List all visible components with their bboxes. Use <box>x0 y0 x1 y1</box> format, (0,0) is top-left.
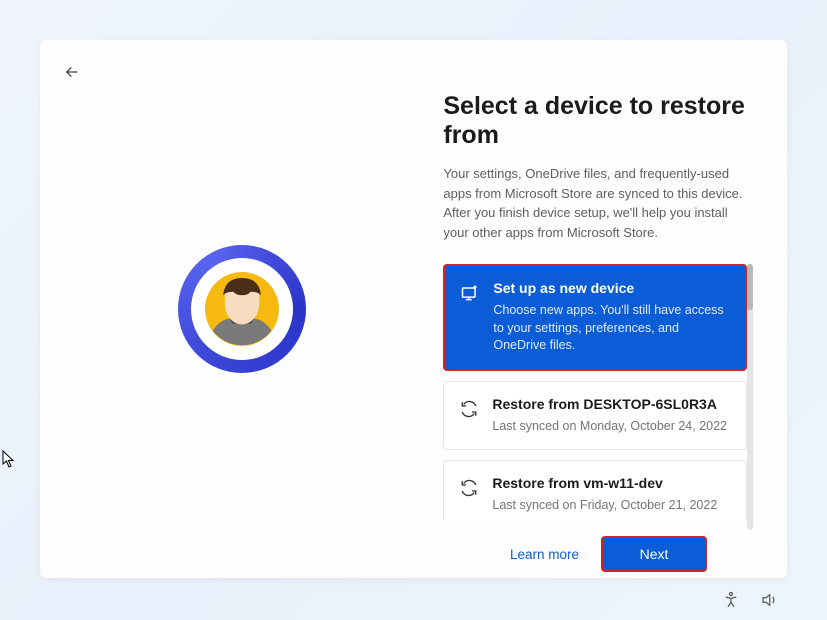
option-restore-desktop[interactable]: Restore from DESKTOP-6SL0R3A Last synced… <box>443 381 747 451</box>
avatar-icon <box>199 266 285 352</box>
mouse-cursor <box>2 450 16 468</box>
scrollbar-thumb[interactable] <box>747 264 753 310</box>
volume-icon[interactable] <box>759 590 779 610</box>
setup-panel: Select a device to restore from Your set… <box>40 40 787 578</box>
option-desc: Last synced on Friday, October 21, 2022 <box>492 497 730 515</box>
back-button[interactable] <box>58 58 86 86</box>
page-title: Select a device to restore from <box>443 92 747 150</box>
option-new-device[interactable]: Set up as new device Choose new apps. Yo… <box>443 264 747 371</box>
avatar-ring <box>178 245 306 373</box>
next-button[interactable]: Next <box>601 536 707 572</box>
learn-more-link[interactable]: Learn more <box>510 547 579 562</box>
option-desc: Choose new apps. You'll still have acces… <box>493 302 729 355</box>
option-title: Restore from DESKTOP-6SL0R3A <box>492 396 730 412</box>
taskbar-icons <box>721 590 779 610</box>
scrollbar[interactable] <box>747 264 753 530</box>
sync-icon <box>458 398 480 420</box>
sync-icon <box>458 477 480 499</box>
option-desc: Last synced on Monday, October 24, 2022 <box>492 418 730 436</box>
option-title: Set up as new device <box>493 280 729 296</box>
illustration-pane <box>40 40 443 578</box>
page-subtitle: Your settings, OneDrive files, and frequ… <box>443 164 747 242</box>
accessibility-icon[interactable] <box>721 590 741 610</box>
option-restore-vm[interactable]: Restore from vm-w11-dev Last synced on F… <box>443 460 747 520</box>
device-list: Set up as new device Choose new apps. Yo… <box>443 264 747 530</box>
next-button-label: Next <box>640 546 669 562</box>
option-title: Restore from vm-w11-dev <box>492 475 730 491</box>
device-new-icon <box>459 282 481 304</box>
